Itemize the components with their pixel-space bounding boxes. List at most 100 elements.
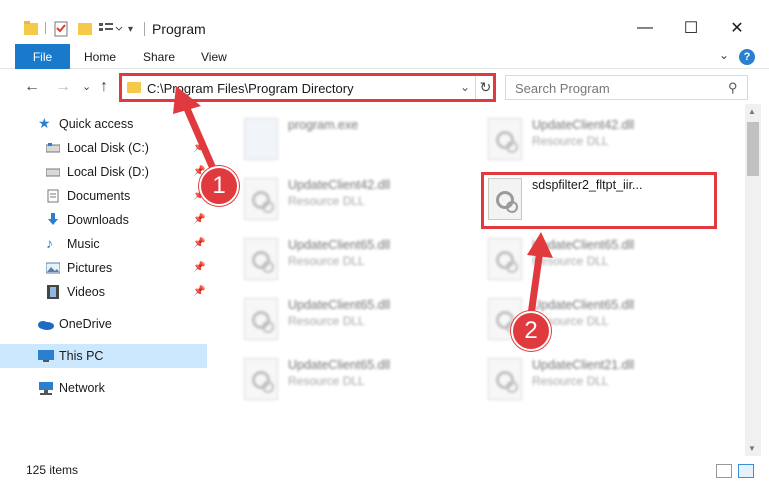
navigation-pane: ★ Quick access Local Disk (C:) 📌 Local D…	[0, 110, 207, 455]
dropdown-arrow-icon[interactable]: ▾	[128, 24, 138, 41]
step-badge-2: 2	[511, 311, 551, 351]
scroll-up-icon[interactable]: ▲	[748, 107, 756, 116]
dll-file-icon	[488, 238, 522, 280]
customize-toolbar-icon[interactable]	[98, 20, 124, 37]
file-item[interactable]: UpdateClient65.dll Resource DLL	[236, 290, 466, 346]
sidebar-item-network[interactable]: Network	[0, 376, 207, 400]
sidebar-item-label: Local Disk (D:)	[67, 165, 149, 179]
maximize-button[interactable]: ☐	[668, 14, 714, 42]
exe-file-icon	[244, 118, 278, 160]
search-box[interactable]: Search Program ⚲	[505, 75, 748, 100]
sidebar-item-music[interactable]: ♪ Music 📌	[0, 232, 207, 256]
expand-ribbon-icon[interactable]: ⌄	[719, 48, 729, 62]
sidebar-item-label: This PC	[59, 349, 104, 363]
pin-icon: 📌	[193, 142, 206, 153]
file-item[interactable]: UpdateClient21.dll Resource DLL	[480, 350, 710, 406]
vertical-scrollbar[interactable]: ▲ ▼	[745, 104, 761, 456]
item-count: 125 items	[26, 463, 79, 477]
file-item[interactable]: UpdateClient42.dll Resource DLL	[480, 110, 710, 166]
tab-view[interactable]: View	[201, 50, 227, 64]
sidebar-item-label: Music	[67, 237, 100, 251]
file-item[interactable]: UpdateClient65.dll Resource DLL	[236, 350, 466, 406]
search-icon[interactable]: ⚲	[728, 80, 738, 96]
pin-icon: 📌	[193, 262, 206, 273]
dll-file-icon	[244, 178, 278, 220]
address-highlight-box	[119, 73, 496, 102]
onedrive-icon	[37, 317, 55, 331]
sidebar-item-videos[interactable]: Videos 📌	[0, 280, 207, 304]
sidebar-item-label: Network	[59, 381, 105, 395]
sidebar-item-label: Downloads	[67, 213, 129, 227]
file-type: Resource DLL	[288, 254, 365, 268]
file-name: UpdateClient21.dll	[532, 358, 635, 372]
file-name: UpdateClient65.dll	[532, 238, 635, 252]
sidebar-item-pictures[interactable]: Pictures 📌	[0, 256, 207, 280]
pictures-icon	[45, 261, 61, 275]
star-icon: ★	[38, 115, 51, 131]
folder-icon	[24, 20, 38, 37]
back-button[interactable]: ←	[24, 78, 40, 96]
help-icon[interactable]: ?	[739, 49, 755, 65]
sidebar-item-documents[interactable]: Documents 📌	[0, 184, 207, 208]
file-name: UpdateClient42.dll	[288, 178, 391, 192]
sidebar-item-local-disk-c[interactable]: Local Disk (C:) 📌	[0, 136, 207, 160]
tab-share[interactable]: Share	[143, 50, 175, 64]
file-name: UpdateClient65.dll	[288, 298, 391, 312]
file-name: UpdateClient65.dll	[288, 358, 391, 372]
file-name: UpdateClient65.dll	[532, 298, 635, 312]
window-title: Program	[152, 21, 206, 37]
pin-icon: 📌	[193, 238, 206, 249]
details-view-icon[interactable]	[716, 464, 732, 478]
sidebar-item-label: Local Disk (C:)	[67, 141, 149, 155]
navigation-bar: ← → ⌄ ↑ C:\Program Files\Program Directo…	[0, 70, 769, 104]
separator	[45, 22, 46, 34]
close-button[interactable]: ✕	[714, 14, 760, 42]
sidebar-item-label: Documents	[67, 189, 131, 203]
sidebar-item-label: OneDrive	[59, 317, 112, 331]
file-name: UpdateClient42.dll	[532, 118, 635, 132]
minimize-button[interactable]: —	[622, 14, 668, 42]
sidebar-item-label: Quick access	[59, 117, 134, 131]
file-highlight-box	[481, 172, 717, 229]
file-item[interactable]: UpdateClient65.dll Resource DLL	[236, 230, 466, 286]
sidebar-item-downloads[interactable]: Downloads 📌	[0, 208, 207, 232]
large-icons-view-icon[interactable]	[738, 464, 754, 478]
pin-icon: 📌	[193, 214, 206, 225]
network-icon	[38, 381, 54, 395]
up-button[interactable]: ↑	[100, 78, 108, 96]
file-type: Resource DLL	[288, 314, 365, 328]
pin-icon: 📌	[193, 286, 206, 297]
tab-home[interactable]: Home	[84, 50, 116, 64]
sidebar-item-this-pc[interactable]: This PC	[0, 344, 207, 368]
downloads-icon	[46, 213, 60, 227]
tab-file[interactable]: File	[15, 44, 70, 69]
file-item-program-exe[interactable]: program.exe	[236, 110, 466, 166]
file-type: Resource DLL	[532, 374, 609, 388]
file-list: program.exe UpdateClient42.dll Resource …	[210, 104, 744, 456]
properties-icon[interactable]	[54, 20, 68, 37]
ribbon: File Home Share View ⌄ ?	[0, 44, 769, 69]
file-item[interactable]: UpdateClient42.dll Resource DLL	[236, 170, 466, 226]
dll-file-icon	[244, 358, 278, 400]
forward-button[interactable]: →	[55, 78, 71, 96]
sidebar-item-local-disk-d[interactable]: Local Disk (D:) 📌	[0, 160, 207, 184]
dll-file-icon	[488, 358, 522, 400]
file-type: Resource DLL	[288, 194, 365, 208]
file-item[interactable]: UpdateClient65.dll Resource DLL	[480, 230, 710, 286]
file-name: program.exe	[288, 118, 359, 132]
step-badge-1: 1	[199, 166, 239, 206]
scroll-thumb[interactable]	[747, 122, 759, 176]
scroll-down-icon[interactable]: ▼	[748, 444, 756, 453]
recent-locations-button[interactable]: ⌄	[82, 80, 91, 93]
file-name: UpdateClient65.dll	[288, 238, 391, 252]
dll-file-icon	[244, 298, 278, 340]
search-input[interactable]: Search Program	[515, 81, 610, 96]
sidebar-item-quick-access[interactable]: ★ Quick access	[0, 112, 207, 136]
drive-icon	[45, 141, 61, 155]
sidebar-item-label: Videos	[67, 285, 105, 299]
status-bar: 125 items	[0, 457, 769, 491]
new-folder-icon[interactable]	[78, 20, 92, 37]
documents-icon	[46, 189, 60, 203]
file-type: Resource DLL	[532, 254, 609, 268]
sidebar-item-onedrive[interactable]: OneDrive	[0, 312, 207, 336]
